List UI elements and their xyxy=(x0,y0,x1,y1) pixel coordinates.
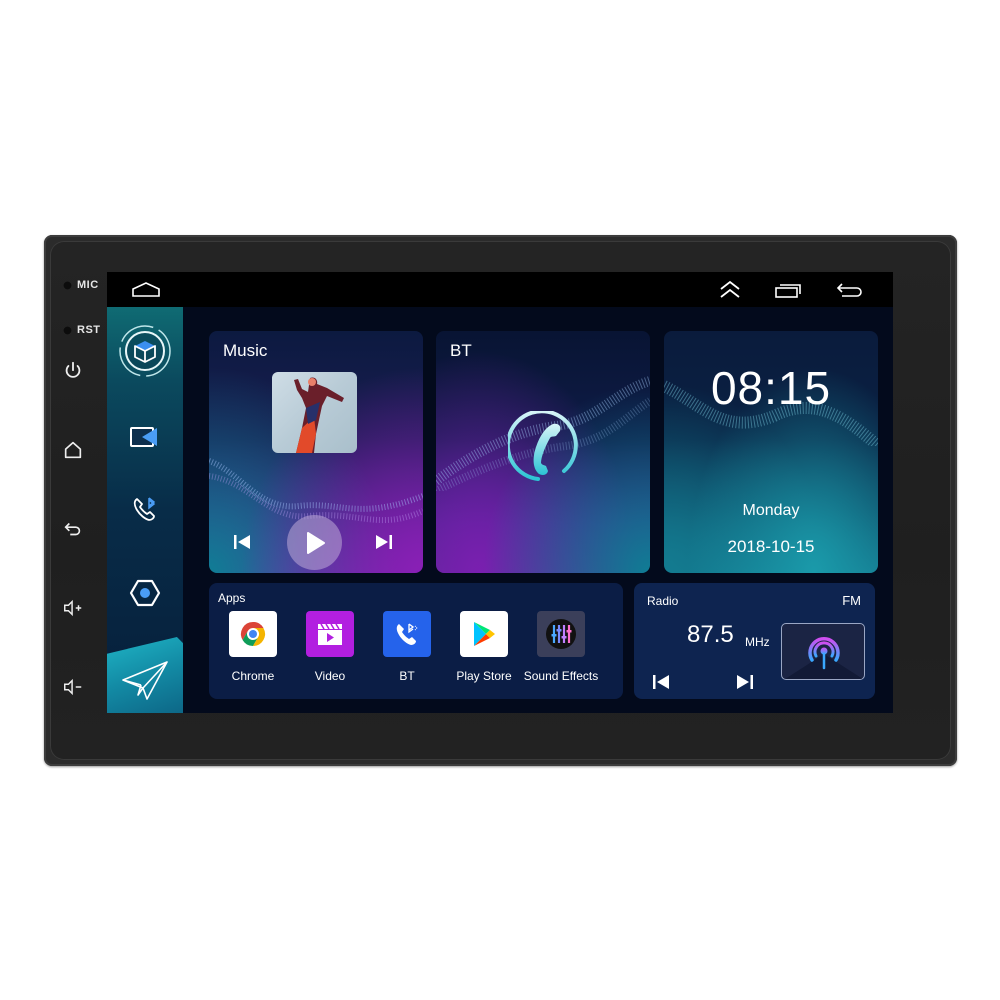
bt-card[interactable]: BT xyxy=(436,331,650,573)
back-icon xyxy=(64,522,81,536)
app-label: Chrome xyxy=(231,669,275,683)
app-label: BT xyxy=(399,669,415,683)
dock-item-navigation[interactable] xyxy=(107,637,183,713)
dock-item-apps[interactable] xyxy=(107,321,183,381)
play-icon xyxy=(306,531,325,554)
nav-home-button[interactable] xyxy=(131,278,161,302)
radio-art[interactable] xyxy=(781,623,865,680)
album-art-image xyxy=(294,377,344,453)
back-arrow-icon xyxy=(836,283,862,297)
apps-title: Apps xyxy=(218,591,246,605)
nav-expand-button[interactable] xyxy=(715,278,745,302)
app-label: Play Store xyxy=(456,669,512,683)
broadcast-antenna-icon xyxy=(785,637,863,679)
radio-band[interactable]: FM xyxy=(842,593,861,608)
mic-label: MIC xyxy=(77,279,99,291)
back-hw-button[interactable] xyxy=(60,518,86,540)
app-video[interactable]: Video xyxy=(290,611,370,683)
music-prev-button[interactable] xyxy=(231,532,253,552)
video-clapper-icon xyxy=(306,611,354,657)
app-label: Sound Effects xyxy=(523,669,599,683)
radio-prev-button[interactable] xyxy=(651,672,671,692)
double-chevron-up-icon xyxy=(720,280,740,298)
recent-apps-icon xyxy=(775,284,801,298)
clock-card[interactable]: 08:15 Monday 2018-10-15 xyxy=(664,331,878,573)
clock-day: Monday xyxy=(742,502,800,519)
play-store-icon xyxy=(460,611,508,657)
nav-back-button[interactable] xyxy=(834,278,864,302)
dock-item-settings[interactable] xyxy=(107,575,183,611)
phone-handset-icon xyxy=(508,411,578,481)
dock-item-bt-phone[interactable] xyxy=(107,491,183,527)
reset-hole[interactable] xyxy=(63,326,72,335)
volume-down-button[interactable] xyxy=(60,676,86,698)
bt-title: BT xyxy=(450,341,472,360)
bt-call-button[interactable] xyxy=(506,409,586,489)
app-label: Video xyxy=(314,669,346,683)
volume-down-icon xyxy=(64,678,82,696)
radio-unit: MHz xyxy=(745,635,770,649)
app-chrome[interactable]: Chrome xyxy=(213,611,293,683)
music-next-button[interactable] xyxy=(373,532,395,552)
volume-up-button[interactable] xyxy=(60,597,86,619)
mic-hole xyxy=(63,281,72,290)
radio-frequency: 87.5 xyxy=(687,621,734,648)
music-play-button[interactable] xyxy=(287,515,342,570)
radio-next-button[interactable] xyxy=(735,672,755,692)
album-art[interactable] xyxy=(272,372,357,453)
app-bt[interactable]: BT xyxy=(367,611,447,683)
power-icon xyxy=(65,361,81,378)
nav-recent-button[interactable] xyxy=(773,278,803,302)
bt-phone-icon xyxy=(383,611,431,657)
paper-plane-navigation-icon xyxy=(122,661,168,700)
chrome-icon xyxy=(229,611,277,657)
app-sound-effects[interactable]: Sound Effects xyxy=(521,611,601,683)
screen: Music BT 08:15 Monday 2018-10-15 Apps Ch… xyxy=(107,272,893,713)
side-dock xyxy=(107,307,183,713)
clock-time: 08:15 xyxy=(710,362,832,414)
rst-label: RST xyxy=(77,324,101,336)
power-button[interactable] xyxy=(60,360,86,382)
volume-up-icon xyxy=(64,599,82,617)
app-play-store[interactable]: Play Store xyxy=(444,611,524,683)
home-hw-button[interactable] xyxy=(60,439,86,461)
music-card[interactable]: Music xyxy=(209,331,423,573)
home-icon xyxy=(64,441,82,459)
video-camera-icon xyxy=(130,427,157,447)
dock-item-camera[interactable] xyxy=(107,419,183,455)
previous-icon xyxy=(653,675,669,689)
previous-icon xyxy=(234,535,250,549)
clock-date: 2018-10-15 xyxy=(727,537,815,556)
music-title: Music xyxy=(223,341,268,360)
hexagon-settings-icon xyxy=(129,579,161,607)
equalizer-icon xyxy=(537,611,585,657)
apps-card: Apps Chrome Video BT Play Store Sound Ef… xyxy=(209,583,623,699)
radio-title: Radio xyxy=(647,594,679,608)
home-outline-icon xyxy=(132,282,160,297)
radio-card[interactable]: Radio FM 87.5 MHz xyxy=(634,583,875,699)
status-bar xyxy=(107,272,893,307)
next-icon xyxy=(376,535,392,549)
cube-app-icon xyxy=(119,325,171,377)
bluetooth-phone-icon xyxy=(133,497,156,521)
next-icon xyxy=(737,675,753,689)
